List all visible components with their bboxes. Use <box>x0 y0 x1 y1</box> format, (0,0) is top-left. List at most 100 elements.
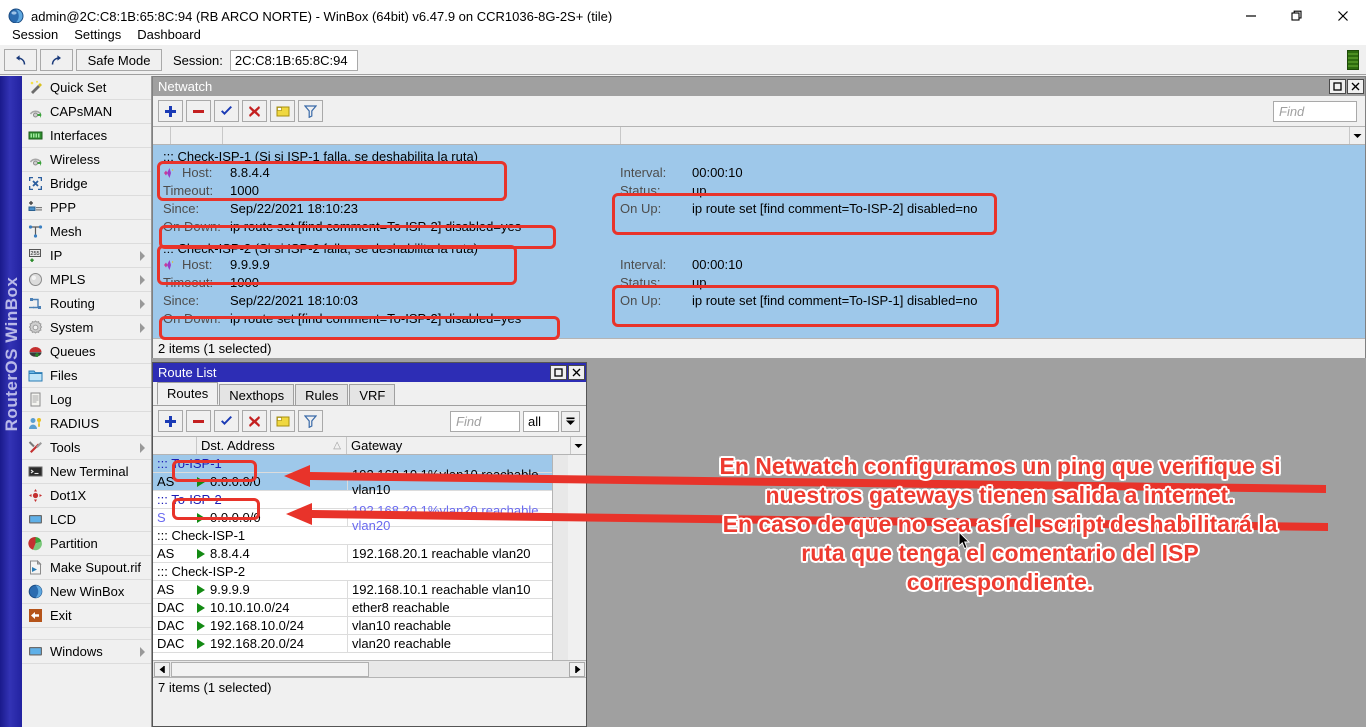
netwatch-col-icon[interactable] <box>171 127 223 144</box>
menu-dashboard[interactable]: Dashboard <box>129 25 209 44</box>
route-column-menu-button[interactable] <box>570 437 586 454</box>
main-toolbar: Safe Mode Session: 2C:C8:1B:65:8C:94 <box>0 46 1366 75</box>
undo-button[interactable] <box>4 49 37 71</box>
sidebar-item-new-winbox[interactable]: New WinBox <box>22 580 151 604</box>
sidebar-item-files[interactable]: Files <box>22 364 151 388</box>
table-row[interactable]: AS 9.9.9.9 192.168.10.1 reachable vlan10 <box>153 581 568 599</box>
routeros-branding-strip: RouterOS WinBox <box>0 76 22 727</box>
netwatch-entry-comment[interactable]: ::: Check-ISP-1 (Si si ISP-1 falla, se d… <box>163 147 478 165</box>
sidebar-item-log[interactable]: Log <box>22 388 151 412</box>
route-list-horizontal-scrollbar[interactable] <box>153 660 586 677</box>
netwatch-find-input[interactable]: Find <box>1273 101 1357 122</box>
tab-routes[interactable]: Routes <box>157 382 218 405</box>
netwatch-comment-button[interactable] <box>270 100 295 122</box>
session-value[interactable]: 2C:C8:1B:65:8C:94 <box>230 50 358 71</box>
safe-mode-button[interactable]: Safe Mode <box>76 49 162 71</box>
sidebar-item-ip[interactable]: 255 IP <box>22 244 151 268</box>
redo-button[interactable] <box>40 49 73 71</box>
route-list-grid: ::: To-ISP-1 AS 0.0.0.0/0 192.168.10.1%v… <box>153 455 568 660</box>
sidebar-item-tools[interactable]: Tools <box>22 436 151 460</box>
route-find-input[interactable]: Find <box>450 411 520 432</box>
table-row[interactable]: S 0.0.0.0/0 192.168.20.1%vlan20 reachabl… <box>153 509 568 527</box>
netwatch-since-value: Sep/22/2021 18:10:23 <box>230 201 358 216</box>
route-filter-button[interactable] <box>298 410 323 432</box>
sidebar-item-ppp[interactable]: PPP <box>22 196 151 220</box>
netwatch-disable-button[interactable] <box>242 100 267 122</box>
menu-session[interactable]: Session <box>4 25 66 44</box>
netwatch-col-host[interactable] <box>223 127 621 144</box>
route-list-titlebar[interactable]: Route List <box>153 363 586 382</box>
table-row[interactable]: DAC 10.10.10.0/24 ether8 reachable <box>153 599 568 617</box>
route-dst-address: 192.168.20.0/24 <box>197 636 347 651</box>
sidebar-item-capsman[interactable]: CAPsMAN <box>22 100 151 124</box>
sidebar-item-dot1x[interactable]: Dot1X <box>22 484 151 508</box>
sidebar-item-mesh[interactable]: Mesh <box>22 220 151 244</box>
netwatch-entry-comment[interactable]: ::: Check-ISP-2 (Si si ISP-2 falla, se d… <box>163 239 478 257</box>
sidebar-item-quick-set[interactable]: Quick Set <box>22 76 151 100</box>
netwatch-titlebar[interactable]: Netwatch <box>153 77 1365 96</box>
table-row[interactable]: ::: Check-ISP-1 <box>153 527 568 545</box>
route-filter-select[interactable]: all <box>523 411 559 432</box>
sidebar-item-system[interactable]: System <box>22 316 151 340</box>
route-list-close-button[interactable] <box>568 365 585 380</box>
table-row[interactable]: DAC 192.168.20.0/24 vlan20 reachable <box>153 635 568 653</box>
sidebar-item-label: System <box>50 320 93 335</box>
netwatch-since-label: Since: <box>163 201 230 216</box>
sidebar-item-lcd[interactable]: LCD <box>22 508 151 532</box>
netwatch-enable-button[interactable] <box>214 100 239 122</box>
col-gateway[interactable]: Gateway <box>347 437 586 454</box>
netwatch-column-menu-button[interactable] <box>1349 127 1365 144</box>
netwatch-entry-ondown-row: On Down: ip route set [find comment=To-I… <box>163 311 521 326</box>
tab-vrf[interactable]: VRF <box>349 384 395 405</box>
netwatch-filter-button[interactable] <box>298 100 323 122</box>
sidebar-item-radius[interactable]: RADIUS <box>22 412 151 436</box>
table-row[interactable]: AS 0.0.0.0/0 192.168.10.1%vlan10 reachab… <box>153 473 568 491</box>
netwatch-entry-host-row: Host: 9.9.9.9 <box>163 257 270 272</box>
netwatch-ondown-value: ip route set [find comment=To-ISP-2] dis… <box>230 311 521 326</box>
sidebar-item-label: New WinBox <box>50 584 124 599</box>
table-row[interactable]: ::: Check-ISP-2 <box>153 563 568 581</box>
netwatch-maximize-button[interactable] <box>1329 79 1346 94</box>
sidebar-item-make-supout[interactable]: Make Supout.rif <box>22 556 151 580</box>
netwatch-add-button[interactable] <box>158 100 183 122</box>
tab-rules[interactable]: Rules <box>295 384 348 405</box>
sidebar-item-mpls[interactable]: MPLS <box>22 268 151 292</box>
sidebar-item-label: Files <box>50 368 77 383</box>
menu-settings[interactable]: Settings <box>66 25 129 44</box>
sidebar-item-new-terminal[interactable]: New Terminal <box>22 460 151 484</box>
sidebar-item-partition[interactable]: Partition <box>22 532 151 556</box>
route-list-vertical-scrollbar[interactable] <box>552 455 568 660</box>
col-flags[interactable] <box>153 437 197 454</box>
sidebar-item-interfaces[interactable]: Interfaces <box>22 124 151 148</box>
route-remove-button[interactable] <box>186 410 211 432</box>
sidebar-item-windows[interactable]: Windows <box>22 640 151 664</box>
route-disable-button[interactable] <box>242 410 267 432</box>
tab-nexthops[interactable]: Nexthops <box>219 384 294 405</box>
sidebar-item-exit[interactable]: Exit <box>22 604 151 628</box>
route-add-button[interactable] <box>158 410 183 432</box>
route-enable-button[interactable] <box>214 410 239 432</box>
sidebar-item-queues[interactable]: Queues <box>22 340 151 364</box>
sidebar-item-routing[interactable]: Routing <box>22 292 151 316</box>
netwatch-close-button[interactable] <box>1347 79 1364 94</box>
table-row[interactable]: DAC 192.168.10.0/24 vlan10 reachable <box>153 617 568 635</box>
route-comment-button[interactable] <box>270 410 295 432</box>
route-list-maximize-button[interactable] <box>550 365 567 380</box>
table-row[interactable]: AS 8.8.4.4 192.168.20.1 reachable vlan20 <box>153 545 568 563</box>
mdi-desktop-area: Netwatch <box>152 76 1366 727</box>
sidebar-item-label: Windows <box>50 644 103 659</box>
sidebar-item-wireless[interactable]: Wireless <box>22 148 151 172</box>
col-dst-address-label: Dst. Address <box>201 438 275 453</box>
comment-note-icon <box>276 415 290 428</box>
scroll-right-button[interactable] <box>569 662 585 677</box>
route-filter-dropdown-button[interactable] <box>561 411 580 432</box>
netwatch-col-flags[interactable] <box>153 127 171 144</box>
netwatch-col-status[interactable] <box>621 127 1365 144</box>
sidebar-item-bridge[interactable]: Bridge <box>22 172 151 196</box>
horizontal-scroll-thumb[interactable] <box>171 662 369 677</box>
netwatch-remove-button[interactable] <box>186 100 211 122</box>
col-dst-address[interactable]: Dst. Address △ <box>197 437 347 454</box>
netwatch-ondown-value: ip route set [find comment=To-ISP-2] dis… <box>230 219 521 234</box>
route-active-arrow-icon <box>197 621 205 631</box>
scroll-left-button[interactable] <box>154 662 170 677</box>
